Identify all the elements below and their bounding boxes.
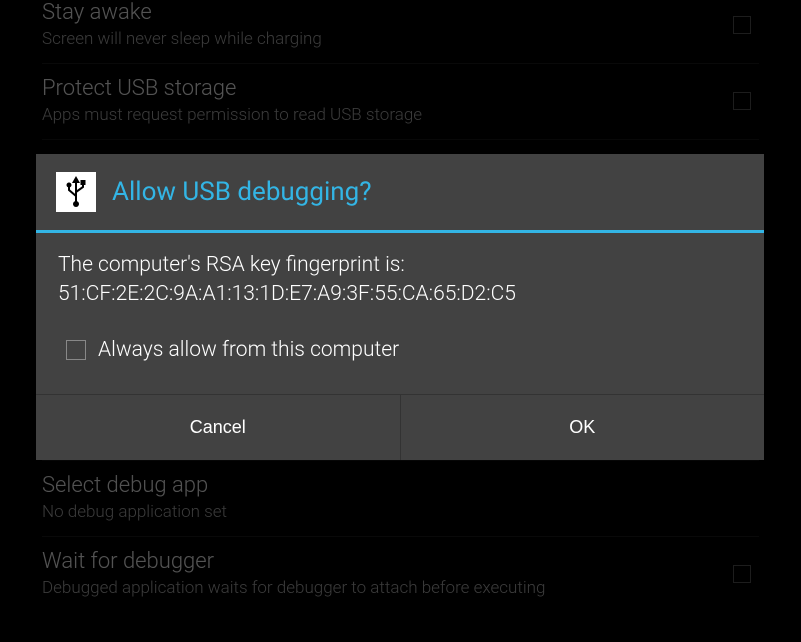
- always-allow-label: Always allow from this computer: [98, 338, 399, 362]
- dialog-title: Allow USB debugging?: [112, 177, 372, 207]
- ok-button[interactable]: OK: [401, 395, 765, 460]
- always-allow-checkbox[interactable]: [66, 340, 86, 360]
- cancel-button[interactable]: Cancel: [36, 395, 401, 460]
- dialog-checkbox-row[interactable]: Always allow from this computer: [58, 338, 742, 362]
- dialog-header: Allow USB debugging?: [36, 154, 764, 230]
- usb-debugging-dialog: Allow USB debugging? The computer's RSA …: [36, 154, 764, 460]
- usb-icon: [56, 172, 96, 212]
- dialog-buttons: Cancel OK: [36, 394, 764, 460]
- dialog-fingerprint-label: The computer's RSA key fingerprint is:: [58, 251, 742, 280]
- dialog-fingerprint-value: 51:CF:2E:2C:9A:A1:13:1D:E7:A9:3F:55:CA:6…: [58, 280, 742, 309]
- dialog-body: The computer's RSA key fingerprint is: 5…: [36, 233, 764, 394]
